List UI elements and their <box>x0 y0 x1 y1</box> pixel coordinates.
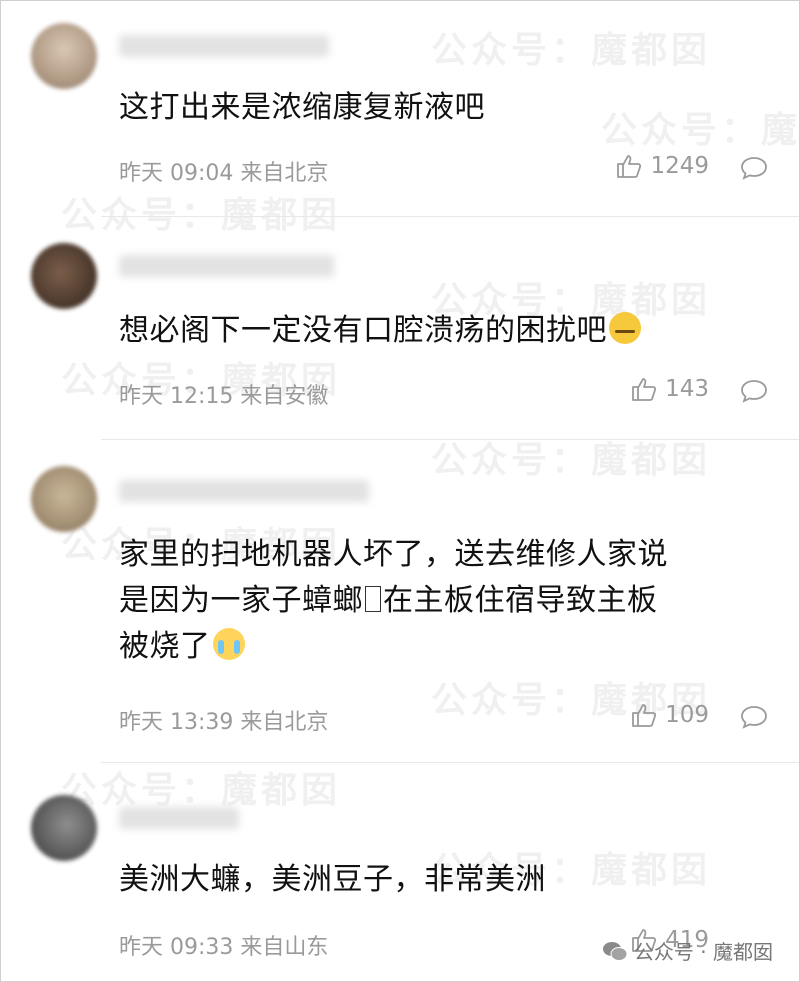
comment-item: 想必阁下一定没有口腔溃疡的困扰吧 昨天 12:15 来自安徽 143 <box>1 217 800 439</box>
zipper-mouth-emoji-icon <box>609 312 641 344</box>
reply-icon[interactable] <box>740 705 768 729</box>
comment-text-line: 家里的扫地机器人坏了，送去维修人家说 <box>119 537 668 572</box>
avatar[interactable] <box>31 23 97 89</box>
comment-text: 这打出来是浓缩康复新液吧 <box>119 90 485 125</box>
like-button[interactable]: 109 <box>631 702 709 728</box>
comment-text: 想必阁下一定没有口腔溃疡的困扰吧 <box>119 308 771 354</box>
missing-glyph-icon <box>365 586 381 612</box>
comment-text: 家里的扫地机器人坏了，送去维修人家说 是因为一家子蟑螂 在主板住宿导致主板 被烧了 <box>119 532 771 670</box>
username-blurred[interactable] <box>119 807 239 829</box>
avatar[interactable] <box>31 466 97 532</box>
comment-list: 公众号：魔都囡 公众号：魔都囡 公众号：魔都囡 公众号：魔都囡 公众号：魔都囡 … <box>0 0 800 982</box>
comment-meta: 昨天 09:04 来自北京 <box>119 161 329 186</box>
comment-text-line: 是因为一家子蟑螂 在主板住宿导致主板 <box>119 578 771 624</box>
account-label: 公众号 · 魔都囡 <box>633 940 773 964</box>
comment-meta: 昨天 12:15 来自安徽 <box>119 384 329 409</box>
comment-item: 这打出来是浓缩康复新液吧 昨天 09:04 来自北京 1249 <box>1 1 800 216</box>
like-button[interactable]: 143 <box>631 376 709 402</box>
comment-text-fragment: 是因为一家子蟑螂 <box>119 583 363 618</box>
wechat-icon <box>602 941 628 961</box>
comment-item: 家里的扫地机器人坏了，送去维修人家说 是因为一家子蟑螂 在主板住宿导致主板 被烧了… <box>1 440 800 762</box>
like-count: 1249 <box>650 153 709 179</box>
comment-text-line: 被烧了 <box>119 624 771 670</box>
comment-text-fragment: 被烧了 <box>119 629 211 664</box>
comment-meta: 昨天 13:39 来自北京 <box>119 710 329 735</box>
reply-icon[interactable] <box>740 156 768 180</box>
account-watermark: 公众号 · 魔都囡 <box>602 936 773 965</box>
thumbs-up-icon <box>617 155 642 178</box>
avatar[interactable] <box>31 243 97 309</box>
comment-meta: 昨天 09:33 来自山东 <box>119 935 329 960</box>
comment-text-fragment: 在主板住宿导致主板 <box>383 583 658 618</box>
crying-face-emoji-icon <box>212 628 245 660</box>
thumbs-up-icon <box>632 704 657 727</box>
comment-text-body: 想必阁下一定没有口腔溃疡的困扰吧 <box>119 313 607 348</box>
like-count: 143 <box>665 376 709 402</box>
thumbs-up-icon <box>632 378 657 401</box>
like-count: 109 <box>665 702 709 728</box>
username-blurred[interactable] <box>119 255 334 277</box>
username-blurred[interactable] <box>119 35 329 57</box>
comment-text: 美洲大蠊，美洲豆子，非常美洲 <box>119 862 546 897</box>
like-button[interactable]: 1249 <box>616 153 709 179</box>
avatar[interactable] <box>31 795 97 861</box>
reply-icon[interactable] <box>740 379 768 403</box>
username-blurred[interactable] <box>119 480 369 502</box>
